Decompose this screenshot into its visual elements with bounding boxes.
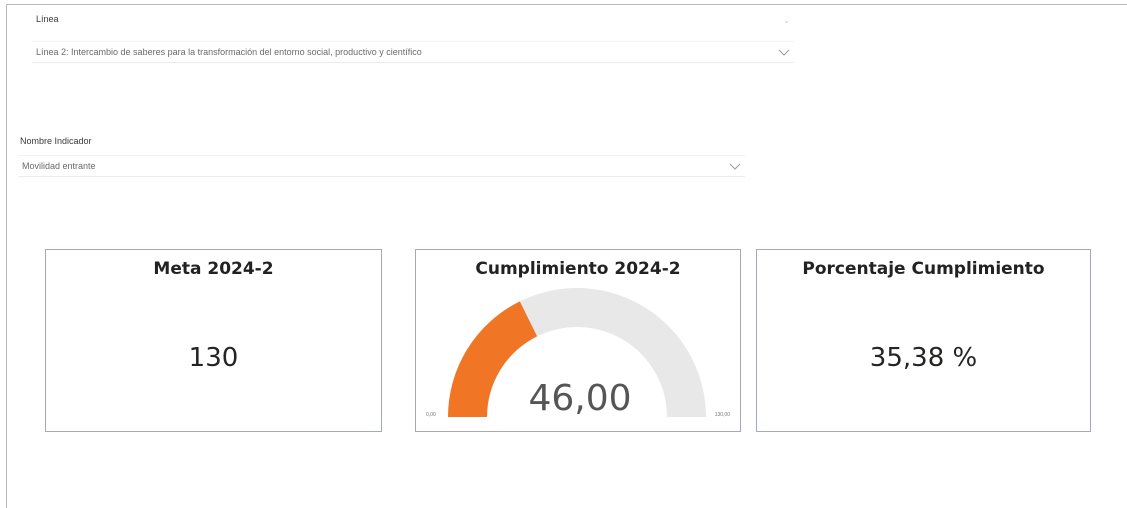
linea-slicer-label: Línea: [36, 14, 59, 24]
cumplimiento-gauge-card: Cumplimiento 2024-2 46,00 0,00 130,00: [415, 249, 741, 432]
gauge-chart: 46,00 0,00 130,00: [426, 288, 731, 419]
gauge-min-label: 0,00: [426, 412, 436, 418]
chevron-down-icon: [729, 163, 741, 170]
gauge-max-label: 130,00: [715, 412, 731, 418]
porcentaje-card: Porcentaje Cumplimiento 35,38 %: [756, 249, 1091, 432]
meta-card-title: Meta 2024-2: [153, 259, 274, 279]
gauge-value: 46,00: [528, 378, 631, 419]
meta-card: Meta 2024-2 130: [45, 249, 382, 432]
chevron-down-icon: [778, 49, 790, 56]
gauge-fill: [448, 301, 538, 417]
porcentaje-card-value: 35,38 %: [869, 343, 978, 373]
linea-dropdown[interactable]: Línea 2: Intercambio de saberes para la …: [32, 41, 794, 63]
meta-card-value: 130: [188, 343, 239, 373]
indicador-dropdown-value: Movilidad entrante: [22, 161, 96, 171]
indicador-dropdown[interactable]: Movilidad entrante: [18, 155, 745, 177]
linea-slicer-header-chevron-icon[interactable]: ⌄: [783, 16, 790, 25]
porcentaje-card-title: Porcentaje Cumplimiento: [802, 259, 1045, 279]
indicador-slicer-label: Nombre Indicador: [20, 136, 92, 146]
linea-dropdown-value: Línea 2: Intercambio de saberes para la …: [36, 47, 422, 57]
